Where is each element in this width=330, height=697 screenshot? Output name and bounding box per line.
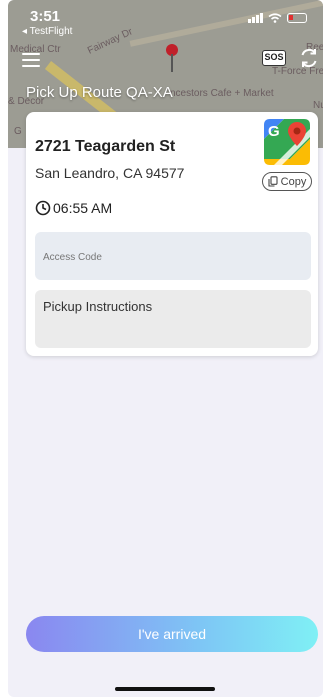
map-label: ncestors Cafe + Market [170, 88, 274, 99]
stop-time-row: 06:55 AM [35, 200, 112, 216]
status-time: 3:51 [30, 8, 61, 25]
stop-card: 2721 Teagarden St San Leandro, CA 94577 … [26, 112, 318, 356]
pickup-instructions-placeholder: Pickup Instructions [43, 299, 153, 314]
copy-label: Copy [280, 175, 307, 188]
map-label: Nu [313, 100, 323, 111]
hamburger-menu-icon[interactable] [22, 53, 40, 67]
status-bar: 3:51 ◂ TestFlight [8, 0, 323, 40]
access-code-placeholder: Access Code [43, 252, 102, 263]
stop-time: 06:55 AM [53, 200, 113, 216]
access-code-input[interactable]: Access Code [35, 232, 311, 280]
back-to-testflight-link[interactable]: ◂ TestFlight [22, 26, 72, 37]
route-title: Pick Up Route QA-XA [26, 84, 173, 101]
copy-address-button[interactable]: Copy [262, 172, 312, 191]
home-indicator [115, 687, 215, 691]
pickup-instructions-input[interactable]: Pickup Instructions [35, 290, 311, 348]
app-screen: Medical Ctr Fairway Dr & Decor ncestors … [8, 0, 323, 697]
wifi-icon [268, 12, 282, 23]
status-icons [248, 12, 307, 23]
copy-icon [268, 176, 278, 187]
sos-button[interactable]: SOS [262, 50, 286, 66]
google-maps-icon[interactable]: G [264, 119, 310, 165]
clock-icon [35, 200, 51, 216]
arrived-button[interactable]: I've arrived [26, 616, 318, 652]
signal-icon [248, 12, 263, 23]
stop-street: 2721 Teagarden St [35, 138, 176, 155]
refresh-icon[interactable] [298, 47, 320, 69]
stop-city: San Leandro, CA 94577 [35, 165, 185, 181]
map-label: G [14, 126, 22, 137]
svg-text:G: G [268, 123, 280, 140]
map-pin-stick [171, 54, 173, 72]
battery-icon [287, 12, 307, 23]
